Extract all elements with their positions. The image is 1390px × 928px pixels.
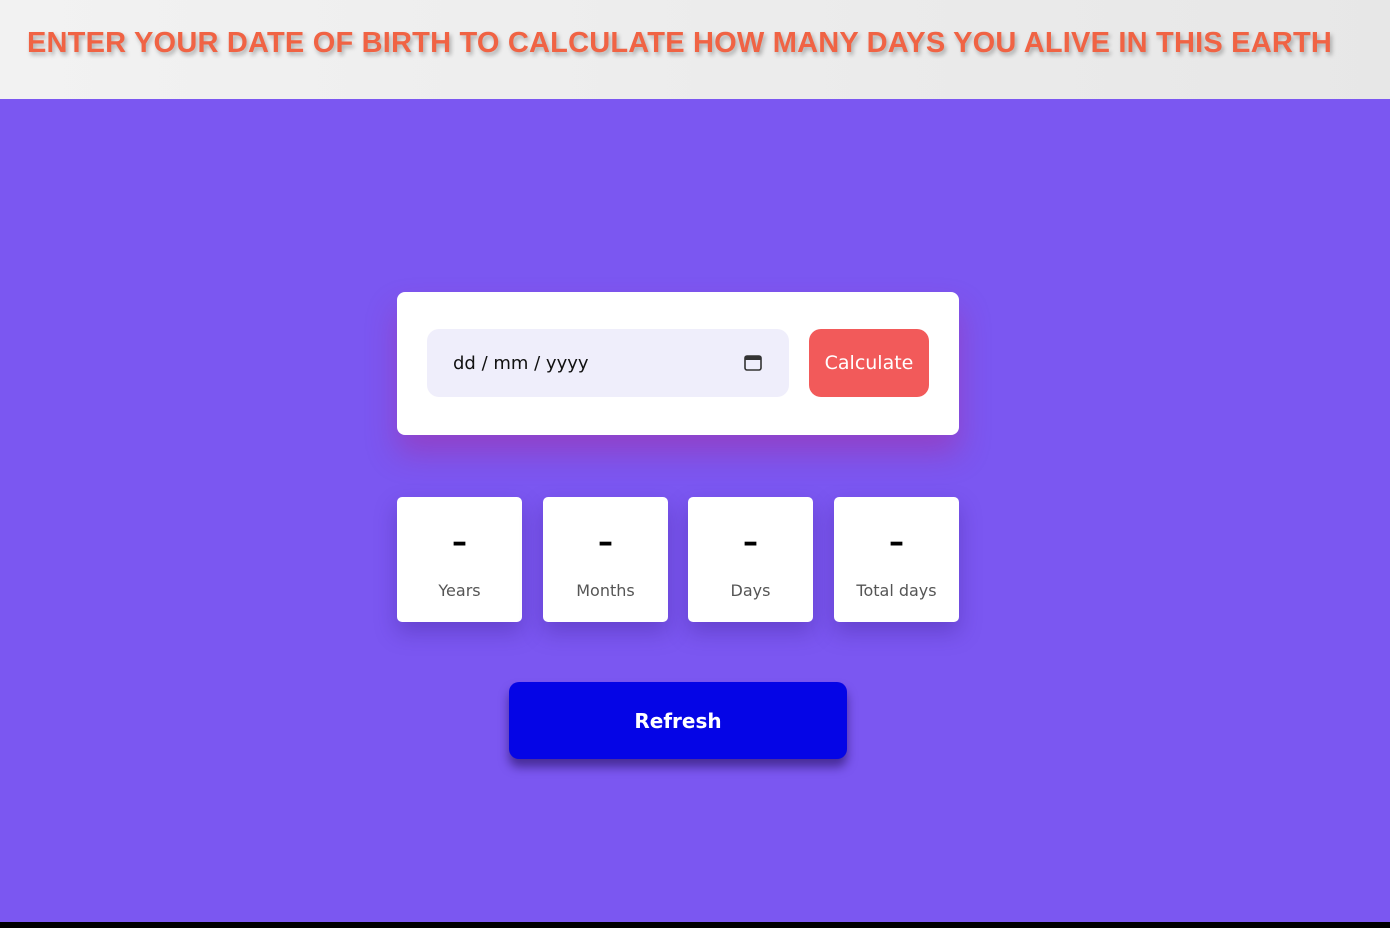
- total-days-value: –: [889, 525, 904, 560]
- months-value: –: [598, 525, 613, 560]
- date-input-card: dd / mm / yyyy Calculate: [397, 292, 959, 435]
- calendar-icon[interactable]: [744, 354, 762, 371]
- date-placeholder: dd / mm / yyyy: [453, 352, 589, 374]
- years-result-box: – Years: [397, 497, 522, 622]
- bottom-border: [0, 922, 1390, 928]
- page-title: ENTER YOUR DATE OF BIRTH TO CALCULATE HO…: [27, 27, 1333, 59]
- days-result-box: – Days: [688, 497, 813, 622]
- calculate-button[interactable]: Calculate: [809, 329, 929, 397]
- date-of-birth-input[interactable]: dd / mm / yyyy: [427, 329, 789, 397]
- refresh-button[interactable]: Refresh: [509, 682, 847, 759]
- days-value: –: [743, 525, 758, 560]
- header-bar: ENTER YOUR DATE OF BIRTH TO CALCULATE HO…: [0, 0, 1390, 99]
- years-label: Years: [438, 581, 481, 600]
- total-days-result-box: – Total days: [834, 497, 959, 622]
- months-result-box: – Months: [543, 497, 668, 622]
- years-value: –: [452, 525, 467, 560]
- months-label: Months: [576, 581, 635, 600]
- days-label: Days: [730, 581, 771, 600]
- total-days-label: Total days: [856, 581, 937, 600]
